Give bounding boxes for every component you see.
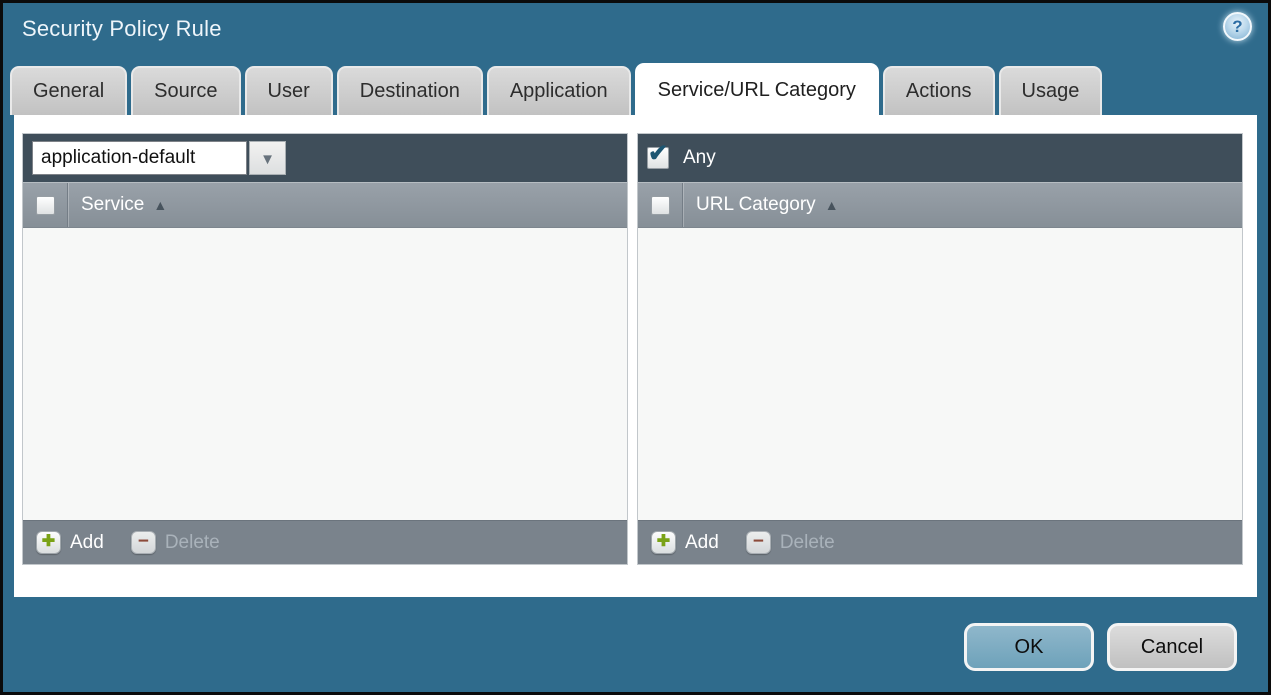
url-category-delete-button[interactable]: − Delete (745, 531, 835, 554)
service-list (23, 228, 627, 520)
url-category-panel-toolbar: ✚ Add − Delete (638, 520, 1242, 564)
service-column-header-row: Service ▲ (23, 182, 627, 228)
tab-usage[interactable]: Usage (998, 66, 1103, 115)
url-category-add-button[interactable]: ✚ Add (651, 531, 719, 554)
dialog-title: Security Policy Rule (22, 16, 222, 41)
tab-source[interactable]: Source (131, 66, 241, 115)
tab-application[interactable]: Application (486, 66, 631, 115)
add-plus-icon: ✚ (36, 531, 61, 554)
tab-destination[interactable]: Destination (336, 66, 483, 115)
service-delete-button[interactable]: − Delete (130, 531, 220, 554)
service-delete-label: Delete (164, 531, 220, 553)
service-panel-header: application-default ▼ (23, 134, 627, 182)
url-category-any-label: Any (683, 147, 716, 168)
url-category-column-header-row: URL Category ▲ (638, 182, 1242, 228)
dialog-action-buttons: OK Cancel (964, 623, 1237, 671)
help-button[interactable]: ? (1223, 12, 1252, 41)
tab-service-url-category[interactable]: Service/URL Category (634, 63, 879, 115)
help-icon: ? (1232, 16, 1243, 36)
url-category-add-label: Add (685, 531, 719, 553)
tab-general[interactable]: General (10, 66, 128, 115)
url-category-column-header[interactable]: URL Category (696, 194, 816, 216)
tab-actions[interactable]: Actions (882, 66, 995, 115)
service-select-all-checkbox[interactable] (35, 195, 55, 215)
ok-button[interactable]: OK (964, 623, 1094, 671)
url-category-any-checkbox[interactable]: ✔ (647, 142, 669, 169)
service-type-dropdown-value[interactable]: application-default (32, 141, 247, 175)
add-plus-icon: ✚ (651, 531, 676, 554)
service-add-button[interactable]: ✚ Add (36, 531, 104, 554)
delete-minus-icon: − (130, 531, 156, 554)
service-panel-toolbar: ✚ Add − Delete (23, 520, 627, 564)
check-icon: ✔ (648, 140, 669, 167)
service-type-dropdown-button[interactable]: ▼ (249, 141, 286, 175)
service-select-all-cell (23, 183, 68, 227)
url-category-select-all-checkbox[interactable] (650, 195, 670, 215)
service-add-label: Add (70, 531, 104, 553)
sort-ascending-icon: ▲ (824, 197, 839, 213)
delete-minus-icon: − (745, 531, 771, 554)
url-category-panel-header: ✔ Any (638, 134, 1242, 182)
sort-ascending-icon: ▲ (153, 197, 168, 213)
service-type-dropdown[interactable]: application-default ▼ (32, 141, 286, 175)
url-category-delete-label: Delete (779, 531, 835, 553)
url-category-select-all-cell (638, 183, 683, 227)
titlebar: Security Policy Rule ? (3, 3, 1268, 63)
service-panel: application-default ▼ Service ▲ ✚ Add − … (22, 133, 628, 565)
url-category-list (638, 228, 1242, 520)
cancel-button[interactable]: Cancel (1107, 623, 1237, 671)
tab-user[interactable]: User (244, 66, 333, 115)
tab-content: application-default ▼ Service ▲ ✚ Add − … (14, 115, 1257, 597)
tab-bar: General Source User Destination Applicat… (10, 63, 1103, 115)
url-category-panel: ✔ Any URL Category ▲ ✚ Add − Delete (637, 133, 1243, 565)
chevron-down-icon: ▼ (260, 150, 275, 168)
security-policy-rule-dialog: Security Policy Rule ? General Source Us… (0, 0, 1271, 695)
service-column-header[interactable]: Service (81, 194, 144, 216)
